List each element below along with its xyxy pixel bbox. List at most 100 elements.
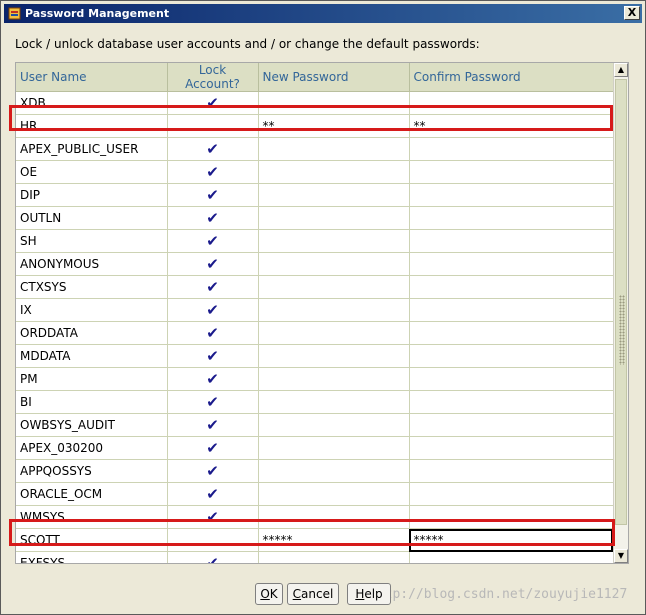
help-button[interactable]: Help (347, 583, 391, 605)
confirm-password-field[interactable] (409, 298, 614, 322)
new-password-field[interactable] (258, 436, 410, 460)
new-password-field[interactable] (258, 137, 410, 161)
cancel-button[interactable]: Cancel (287, 583, 339, 605)
column-header-user-name[interactable]: User Name (16, 63, 168, 92)
confirm-password-field[interactable] (409, 229, 614, 253)
confirm-password-field[interactable]: ***** (409, 528, 614, 552)
table-row[interactable]: OUTLN ✔ (16, 206, 614, 230)
lock-account-checkbox[interactable]: ✔ (167, 390, 259, 414)
scroll-up-arrow-icon[interactable]: ▲ (614, 63, 628, 77)
table-row[interactable]: OE ✔ (16, 160, 614, 184)
ok-button[interactable]: OK (255, 583, 283, 605)
new-password-field[interactable] (258, 344, 410, 368)
lock-account-checkbox[interactable]: ✔ (167, 413, 259, 437)
user-name-cell[interactable]: HR (16, 114, 168, 138)
table-row[interactable]: WMSYS ✔ (16, 505, 614, 529)
new-password-field[interactable] (258, 298, 410, 322)
table-row[interactable]: XDB ✔ (16, 91, 614, 115)
lock-account-checkbox[interactable]: ✔ (167, 91, 259, 115)
lock-account-checkbox[interactable]: ✔ (167, 229, 259, 253)
user-name-cell[interactable]: ORDDATA (16, 321, 168, 345)
new-password-field[interactable] (258, 367, 410, 391)
new-password-field[interactable] (258, 413, 410, 437)
new-password-field[interactable] (258, 505, 410, 529)
new-password-field[interactable] (258, 206, 410, 230)
lock-account-checkbox[interactable]: ✔ (167, 321, 259, 345)
new-password-field[interactable] (258, 321, 410, 345)
confirm-password-field[interactable] (409, 436, 614, 460)
column-header-confirm-password[interactable]: Confirm Password (409, 63, 614, 92)
new-password-field[interactable] (258, 275, 410, 299)
user-name-cell[interactable]: ORACLE_OCM (16, 482, 168, 506)
new-password-field[interactable]: ** (258, 114, 410, 138)
confirm-password-field[interactable] (409, 183, 614, 207)
lock-account-checkbox[interactable]: ✔ (167, 551, 259, 563)
close-button[interactable]: X (624, 6, 640, 20)
user-name-cell[interactable]: SH (16, 229, 168, 253)
table-row[interactable]: MDDATA ✔ (16, 344, 614, 368)
new-password-field[interactable] (258, 482, 410, 506)
user-name-cell[interactable]: DIP (16, 183, 168, 207)
new-password-field[interactable] (258, 160, 410, 184)
user-name-cell[interactable]: OUTLN (16, 206, 168, 230)
lock-account-checkbox[interactable]: ✔ (167, 275, 259, 299)
new-password-field[interactable] (258, 183, 410, 207)
confirm-password-field[interactable] (409, 321, 614, 345)
column-header-new-password[interactable]: New Password (258, 63, 410, 92)
table-row[interactable]: BI ✔ (16, 390, 614, 414)
scroll-down-arrow-icon[interactable]: ▼ (614, 549, 628, 563)
confirm-password-field[interactable] (409, 413, 614, 437)
table-row[interactable]: SH ✔ (16, 229, 614, 253)
table-row[interactable]: OWBSYS_AUDIT ✔ (16, 413, 614, 437)
new-password-field[interactable] (258, 91, 410, 115)
scroll-thumb[interactable] (615, 79, 627, 525)
user-name-cell[interactable]: APPQOSSYS (16, 459, 168, 483)
lock-account-checkbox[interactable]: ✔ (167, 482, 259, 506)
new-password-field[interactable] (258, 459, 410, 483)
user-name-cell[interactable]: CTXSYS (16, 275, 168, 299)
new-password-field[interactable] (258, 551, 410, 563)
user-name-cell[interactable]: PM (16, 367, 168, 391)
table-row[interactable]: APEX_030200 ✔ (16, 436, 614, 460)
user-name-cell[interactable]: XDB (16, 91, 168, 115)
confirm-password-field[interactable] (409, 367, 614, 391)
lock-account-checkbox[interactable]: ✔ (167, 183, 259, 207)
table-row[interactable]: EXFSYS ✔ (16, 551, 614, 563)
user-name-cell[interactable]: MDDATA (16, 344, 168, 368)
vertical-scrollbar[interactable]: ▲ ▼ (613, 63, 628, 563)
confirm-password-field[interactable] (409, 505, 614, 529)
user-name-cell[interactable]: EXFSYS (16, 551, 168, 563)
table-row[interactable]: ORDDATA ✔ (16, 321, 614, 345)
lock-account-checkbox[interactable] (167, 528, 259, 552)
user-name-cell[interactable]: WMSYS (16, 505, 168, 529)
confirm-password-field[interactable] (409, 91, 614, 115)
table-row[interactable]: DIP ✔ (16, 183, 614, 207)
user-name-cell[interactable]: SCOTT (16, 528, 168, 552)
confirm-password-field[interactable] (409, 344, 614, 368)
new-password-field[interactable] (258, 229, 410, 253)
lock-account-checkbox[interactable]: ✔ (167, 459, 259, 483)
confirm-password-field[interactable] (409, 137, 614, 161)
table-row[interactable]: HR ** ** (16, 114, 614, 138)
lock-account-checkbox[interactable]: ✔ (167, 206, 259, 230)
table-row[interactable]: APEX_PUBLIC_USER ✔ (16, 137, 614, 161)
user-name-cell[interactable]: OE (16, 160, 168, 184)
lock-account-checkbox[interactable]: ✔ (167, 137, 259, 161)
confirm-password-field[interactable] (409, 206, 614, 230)
confirm-password-field[interactable] (409, 551, 614, 563)
confirm-password-field[interactable] (409, 252, 614, 276)
lock-account-checkbox[interactable]: ✔ (167, 298, 259, 322)
user-name-cell[interactable]: ANONYMOUS (16, 252, 168, 276)
confirm-password-field[interactable]: ** (409, 114, 614, 138)
user-name-cell[interactable]: OWBSYS_AUDIT (16, 413, 168, 437)
table-row[interactable]: CTXSYS ✔ (16, 275, 614, 299)
user-name-cell[interactable]: APEX_030200 (16, 436, 168, 460)
new-password-field[interactable] (258, 252, 410, 276)
confirm-password-field[interactable] (409, 459, 614, 483)
user-name-cell[interactable]: APEX_PUBLIC_USER (16, 137, 168, 161)
table-row[interactable]: IX ✔ (16, 298, 614, 322)
column-header-lock-account[interactable]: Lock Account? (167, 63, 259, 92)
user-name-cell[interactable]: BI (16, 390, 168, 414)
user-name-cell[interactable]: IX (16, 298, 168, 322)
confirm-password-field[interactable] (409, 482, 614, 506)
